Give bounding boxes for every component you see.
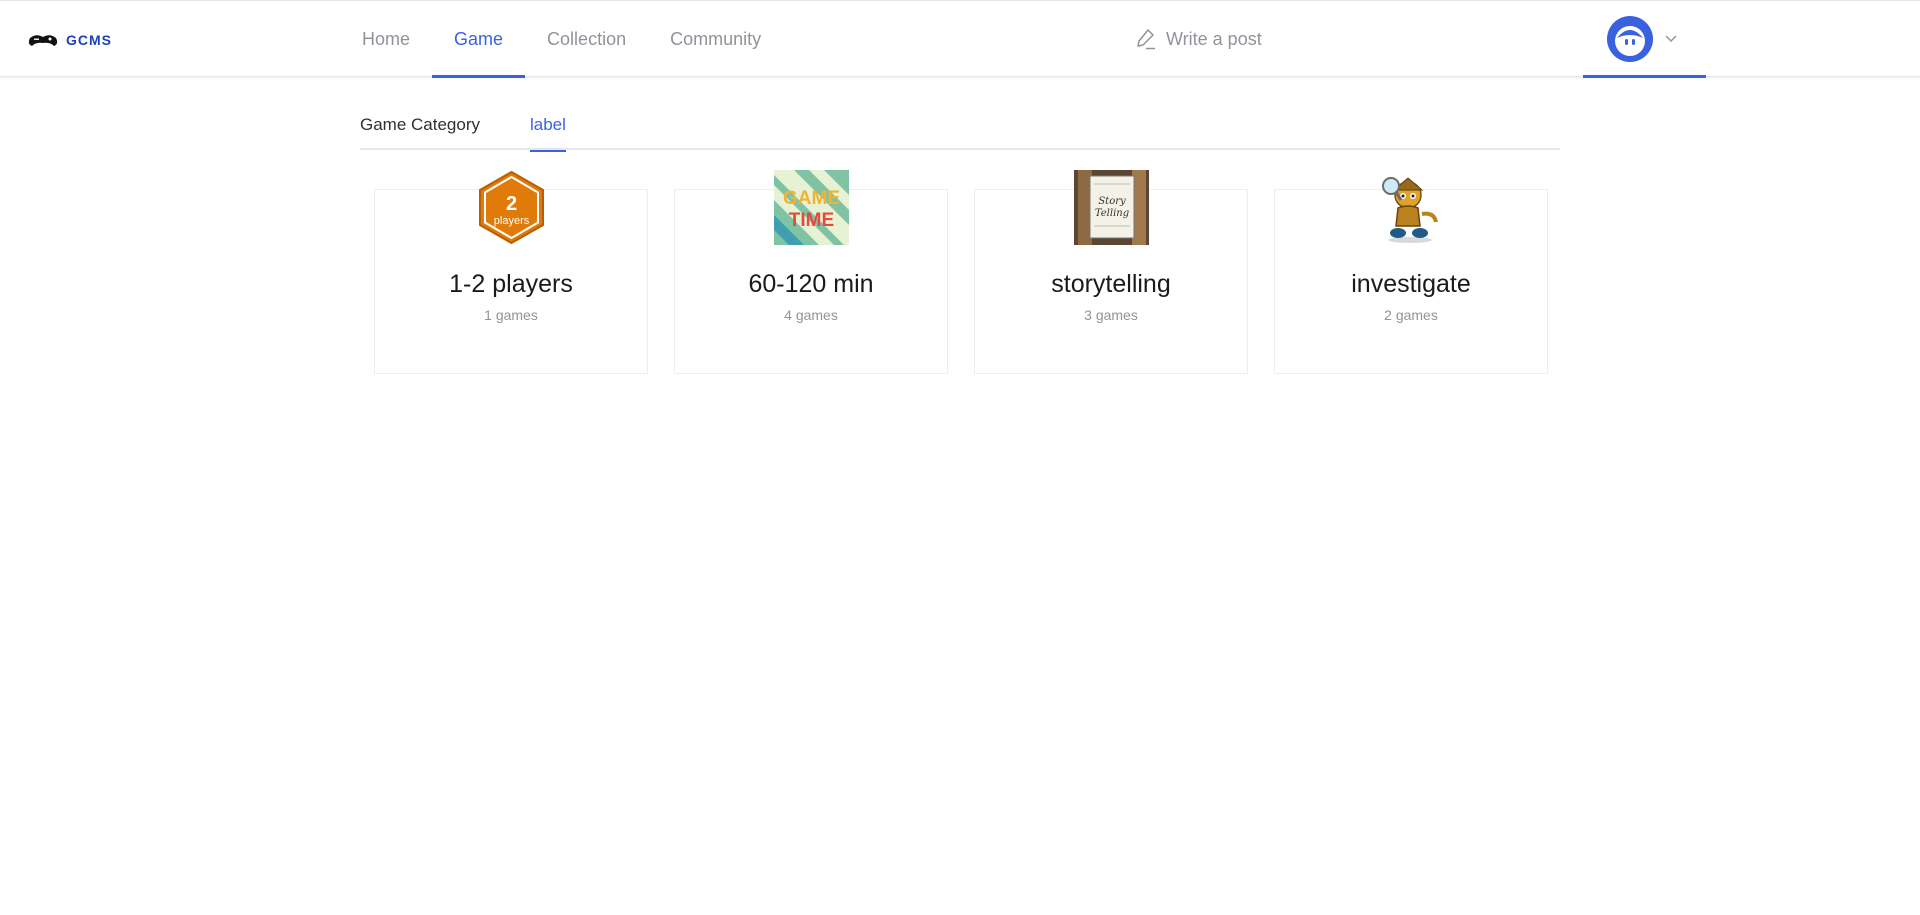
main-nav: Home Game Collection Community (340, 1, 783, 78)
two-players-hexagon-icon: 2 players (479, 170, 544, 245)
label-title: investigate (1351, 270, 1471, 298)
logo-text: GCMS (66, 32, 112, 48)
detective-icon (1382, 177, 1438, 243)
nav-collection[interactable]: Collection (525, 1, 648, 77)
svg-text:Story: Story (1098, 196, 1126, 207)
controller-logo-icon (28, 35, 58, 46)
label-cards: 2 players 1-2 players 1 games GAME TIME … (374, 170, 1548, 374)
label-game-count: 3 games (1084, 307, 1138, 323)
write-post-button[interactable]: Write a post (1136, 1, 1262, 77)
label-card[interactable]: GAME TIME 60-120 min 4 games (674, 170, 948, 374)
nav-home[interactable]: Home (340, 1, 432, 77)
svg-text:Telling: Telling (1095, 208, 1129, 219)
write-post-label: Write a post (1166, 28, 1262, 49)
svg-text:players: players (494, 215, 530, 227)
pencil-icon (1137, 29, 1155, 50)
chevron-down-icon[interactable] (1665, 35, 1677, 43)
tab-label[interactable]: label (530, 100, 566, 152)
gcms-logo[interactable]: GCMS (26, 29, 112, 51)
label-card[interactable]: 2 players 1-2 players 1 games (374, 170, 648, 374)
svg-text:GAME: GAME (783, 188, 840, 209)
nav-community[interactable]: Community (648, 1, 783, 77)
category-tabs: Game Category label (360, 100, 1560, 152)
svg-text:2: 2 (506, 193, 517, 215)
user-avatar-icon[interactable] (1607, 16, 1653, 62)
svg-text:TIME: TIME (789, 210, 834, 231)
label-title: 60-120 min (748, 270, 874, 298)
game-time-icon: GAME TIME (774, 170, 849, 245)
tab-game-category[interactable]: Game Category (360, 100, 480, 150)
label-game-count: 4 games (784, 307, 838, 323)
label-game-count: 2 games (1384, 307, 1438, 323)
label-card[interactable]: Story Telling storytelling 3 games (974, 170, 1248, 374)
label-game-count: 1 games (484, 307, 538, 323)
nav-game[interactable]: Game (432, 1, 526, 78)
label-title: storytelling (1051, 270, 1171, 298)
top-header: GCMS Home Game Collection Community Writ… (0, 0, 1920, 78)
user-menu[interactable] (1583, 1, 1706, 78)
label-title: 1-2 players (449, 270, 573, 298)
story-book-icon: Story Telling (1074, 170, 1149, 245)
label-card[interactable]: investigate 2 games (1274, 177, 1548, 374)
